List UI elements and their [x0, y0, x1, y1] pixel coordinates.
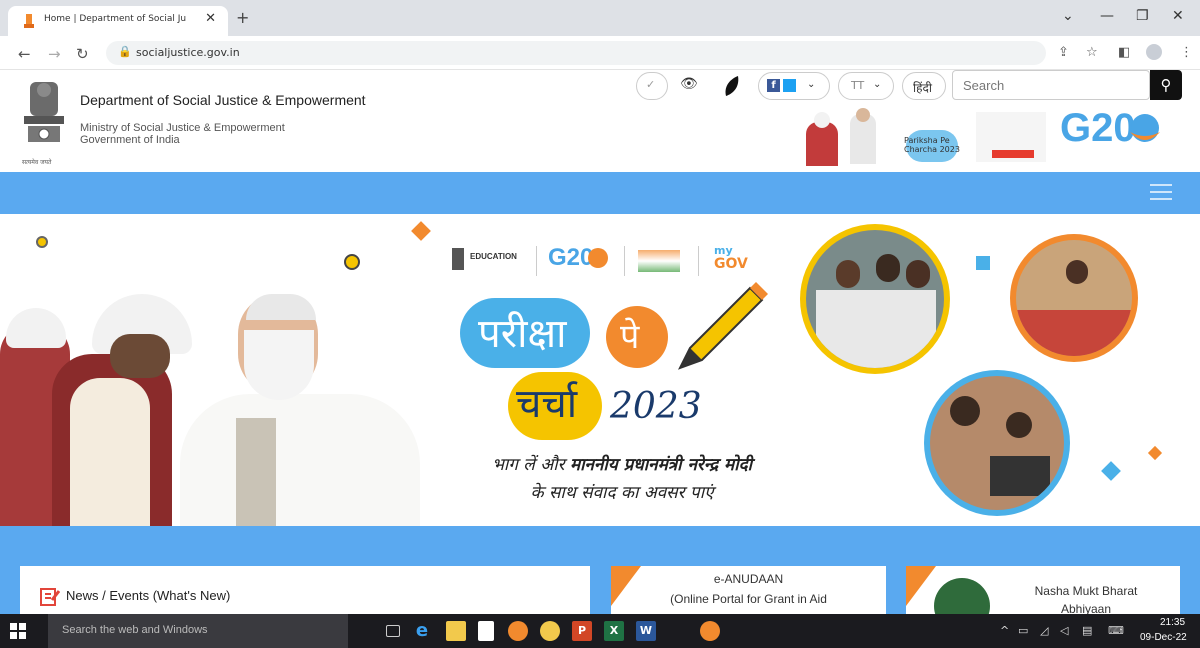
emblem-small-icon	[452, 248, 464, 270]
national-emblem-icon	[24, 82, 64, 142]
back-icon[interactable]: ←	[18, 45, 31, 63]
news-events-card[interactable]: News / Events (What's New)	[20, 566, 590, 614]
hamburger-menu-icon[interactable]	[1150, 184, 1172, 202]
banner-tagline-line2: के साथ संवाद का अवसर पाएं	[530, 483, 714, 503]
favicon-icon	[24, 14, 34, 28]
powerpoint-icon[interactable]: P	[572, 621, 592, 641]
taskbar-time[interactable]: 21:35	[1160, 617, 1185, 628]
contrast-icon[interactable]	[714, 72, 750, 100]
paint-icon[interactable]	[540, 621, 560, 641]
new-tab-button[interactable]: +	[236, 8, 249, 27]
banner-title-pariksha: परीक्षा	[478, 311, 567, 357]
e-anudaan-subtitle: (Online Portal for Grant in Aid	[670, 592, 827, 606]
notifications-icon[interactable]: ▤	[1082, 624, 1092, 637]
store-icon[interactable]	[478, 621, 494, 641]
banner-title-year: 2023	[610, 386, 702, 427]
nasha-mukt-title[interactable]: Nasha Mukt Bharat	[996, 584, 1176, 598]
file-explorer-icon[interactable]	[446, 621, 466, 641]
tab-search-icon[interactable]: ⌄	[1062, 8, 1074, 24]
profile-icon[interactable]	[1146, 44, 1162, 60]
excel-icon[interactable]: X	[604, 621, 624, 641]
minimize-icon[interactable]: —	[1100, 8, 1114, 24]
window-close-icon[interactable]: ✕	[1172, 8, 1184, 24]
photo-circle-orange	[1010, 234, 1138, 362]
network-icon[interactable]: ◿	[1040, 624, 1048, 637]
tray-chevron-icon[interactable]: ^	[1000, 624, 1009, 637]
decor-square	[976, 256, 990, 270]
decor-diamond	[1101, 461, 1121, 481]
hindi-language-button[interactable]: हिंदी	[902, 72, 946, 100]
search-input[interactable]: Search	[952, 70, 1150, 100]
facebook-icon[interactable]: f	[767, 79, 780, 92]
menu-kebab-icon[interactable]: ⋮	[1180, 45, 1193, 60]
emblem-caption: सत्यमेव जयते	[22, 159, 52, 166]
forward-icon[interactable]: →	[48, 45, 61, 63]
social-media-dropdown[interactable]: f ⌄	[758, 72, 830, 100]
task-view-icon[interactable]	[386, 625, 400, 637]
search-button[interactable]: ⚲	[1150, 70, 1182, 100]
g20-logo: G20	[1060, 106, 1180, 168]
card-corner-decor	[906, 566, 936, 606]
e-anudaan-card[interactable]: e-ANUDAAN (Online Portal for Grant in Ai…	[611, 566, 886, 614]
mygov-logo-gov: GOV	[714, 256, 748, 272]
banner-tagline-line1: भाग लें और माननीय प्रधानमंत्री नरेन्द्र …	[491, 455, 753, 475]
hero-banner[interactable]: EDUCATION G20 my GOV परीक्षा पे चर्चा 20…	[0, 214, 1200, 526]
hide-view-icon[interactable]: 👁	[672, 72, 708, 100]
browser-tab-bar: Home | Department of Social Ju ✕ + ⌄ — ❐…	[0, 0, 1200, 36]
site-header: सत्यमेव जयते Department of Social Justic…	[0, 70, 1200, 172]
pariksha-promo-banner[interactable]: Pariksha Pe Charcha 2023	[806, 108, 1048, 168]
ministry-name: Ministry of Social Justice & Empowerment	[80, 122, 285, 134]
pencil-icon	[677, 282, 768, 370]
news-edit-icon	[40, 588, 60, 606]
url-bar[interactable]: 🔒 socialjustice.gov.in	[106, 41, 1046, 65]
tab-title: Home | Department of Social Ju	[44, 14, 187, 24]
decor-diamond	[411, 221, 431, 241]
accessibility-icon[interactable]: ✓	[636, 72, 668, 100]
keyboard-icon[interactable]: ⌨	[1108, 624, 1124, 637]
azadi-amrit-mahotsav-logo	[638, 250, 680, 272]
close-tab-icon[interactable]: ✕	[205, 11, 216, 26]
decor-diamond	[1147, 445, 1163, 461]
windows-start-icon[interactable]	[10, 623, 26, 639]
decor-dot	[36, 236, 48, 248]
decor-dot	[344, 254, 360, 270]
search-icon: ⚲	[1160, 76, 1172, 94]
lotus-globe-icon	[1130, 114, 1160, 142]
bookmark-star-icon[interactable]: ☆	[1086, 45, 1098, 60]
battery-icon[interactable]: ▭	[1018, 624, 1028, 637]
windows-taskbar: Search the web and Windows e P X W ^ ▭ ◿…	[0, 614, 1200, 648]
e-anudaan-title[interactable]: e-ANUDAAN	[611, 572, 886, 586]
photo-circle-blue	[924, 370, 1070, 516]
sidepanel-icon[interactable]: ◧	[1118, 45, 1130, 60]
word-icon[interactable]: W	[636, 621, 656, 641]
edge-browser-icon[interactable]: e	[412, 621, 432, 641]
reload-icon[interactable]: ↻	[76, 45, 89, 63]
chevron-down-icon: ⌄	[807, 79, 816, 90]
students-with-pm-photo	[0, 294, 440, 526]
font-size-dropdown[interactable]: TT ⌄	[838, 72, 894, 100]
firefox-icon[interactable]	[508, 621, 528, 641]
taskbar-search-input[interactable]: Search the web and Windows	[48, 614, 348, 648]
browser-tab[interactable]: Home | Department of Social Ju ✕	[8, 6, 228, 36]
ministry-education-logo: EDUCATION	[470, 252, 517, 261]
twitter-icon[interactable]	[783, 79, 796, 92]
government-name: Government of India	[80, 134, 180, 146]
main-nav-bar	[0, 172, 1200, 214]
share-icon[interactable]: ⇪	[1058, 45, 1069, 60]
news-events-title[interactable]: News / Events (What's New)	[66, 588, 230, 603]
lock-icon: 🔒	[118, 45, 132, 58]
photo-circle-yellow	[800, 224, 950, 374]
banner-title-charcha: चर्चा	[516, 381, 578, 427]
department-title[interactable]: Department of Social Justice & Empowerme…	[80, 92, 366, 108]
address-toolbar: ← → ↻ 🔒 socialjustice.gov.in ⇪ ☆ ◧ ⋮	[0, 36, 1200, 70]
chevron-down-icon: ⌄	[873, 79, 882, 90]
url-text: socialjustice.gov.in	[136, 46, 240, 59]
taskbar-date[interactable]: 09-Dec-22	[1140, 632, 1187, 643]
restore-icon[interactable]: ❐	[1136, 8, 1149, 24]
chrome-icon[interactable]	[700, 621, 720, 641]
volume-icon[interactable]: ◁	[1060, 624, 1068, 637]
g20-small-logo: G20	[548, 244, 594, 271]
banner-title-pe: पे	[620, 317, 640, 357]
nasha-mukt-bharat-card[interactable]: Nasha Mukt Bharat Abhiyaan	[906, 566, 1180, 634]
